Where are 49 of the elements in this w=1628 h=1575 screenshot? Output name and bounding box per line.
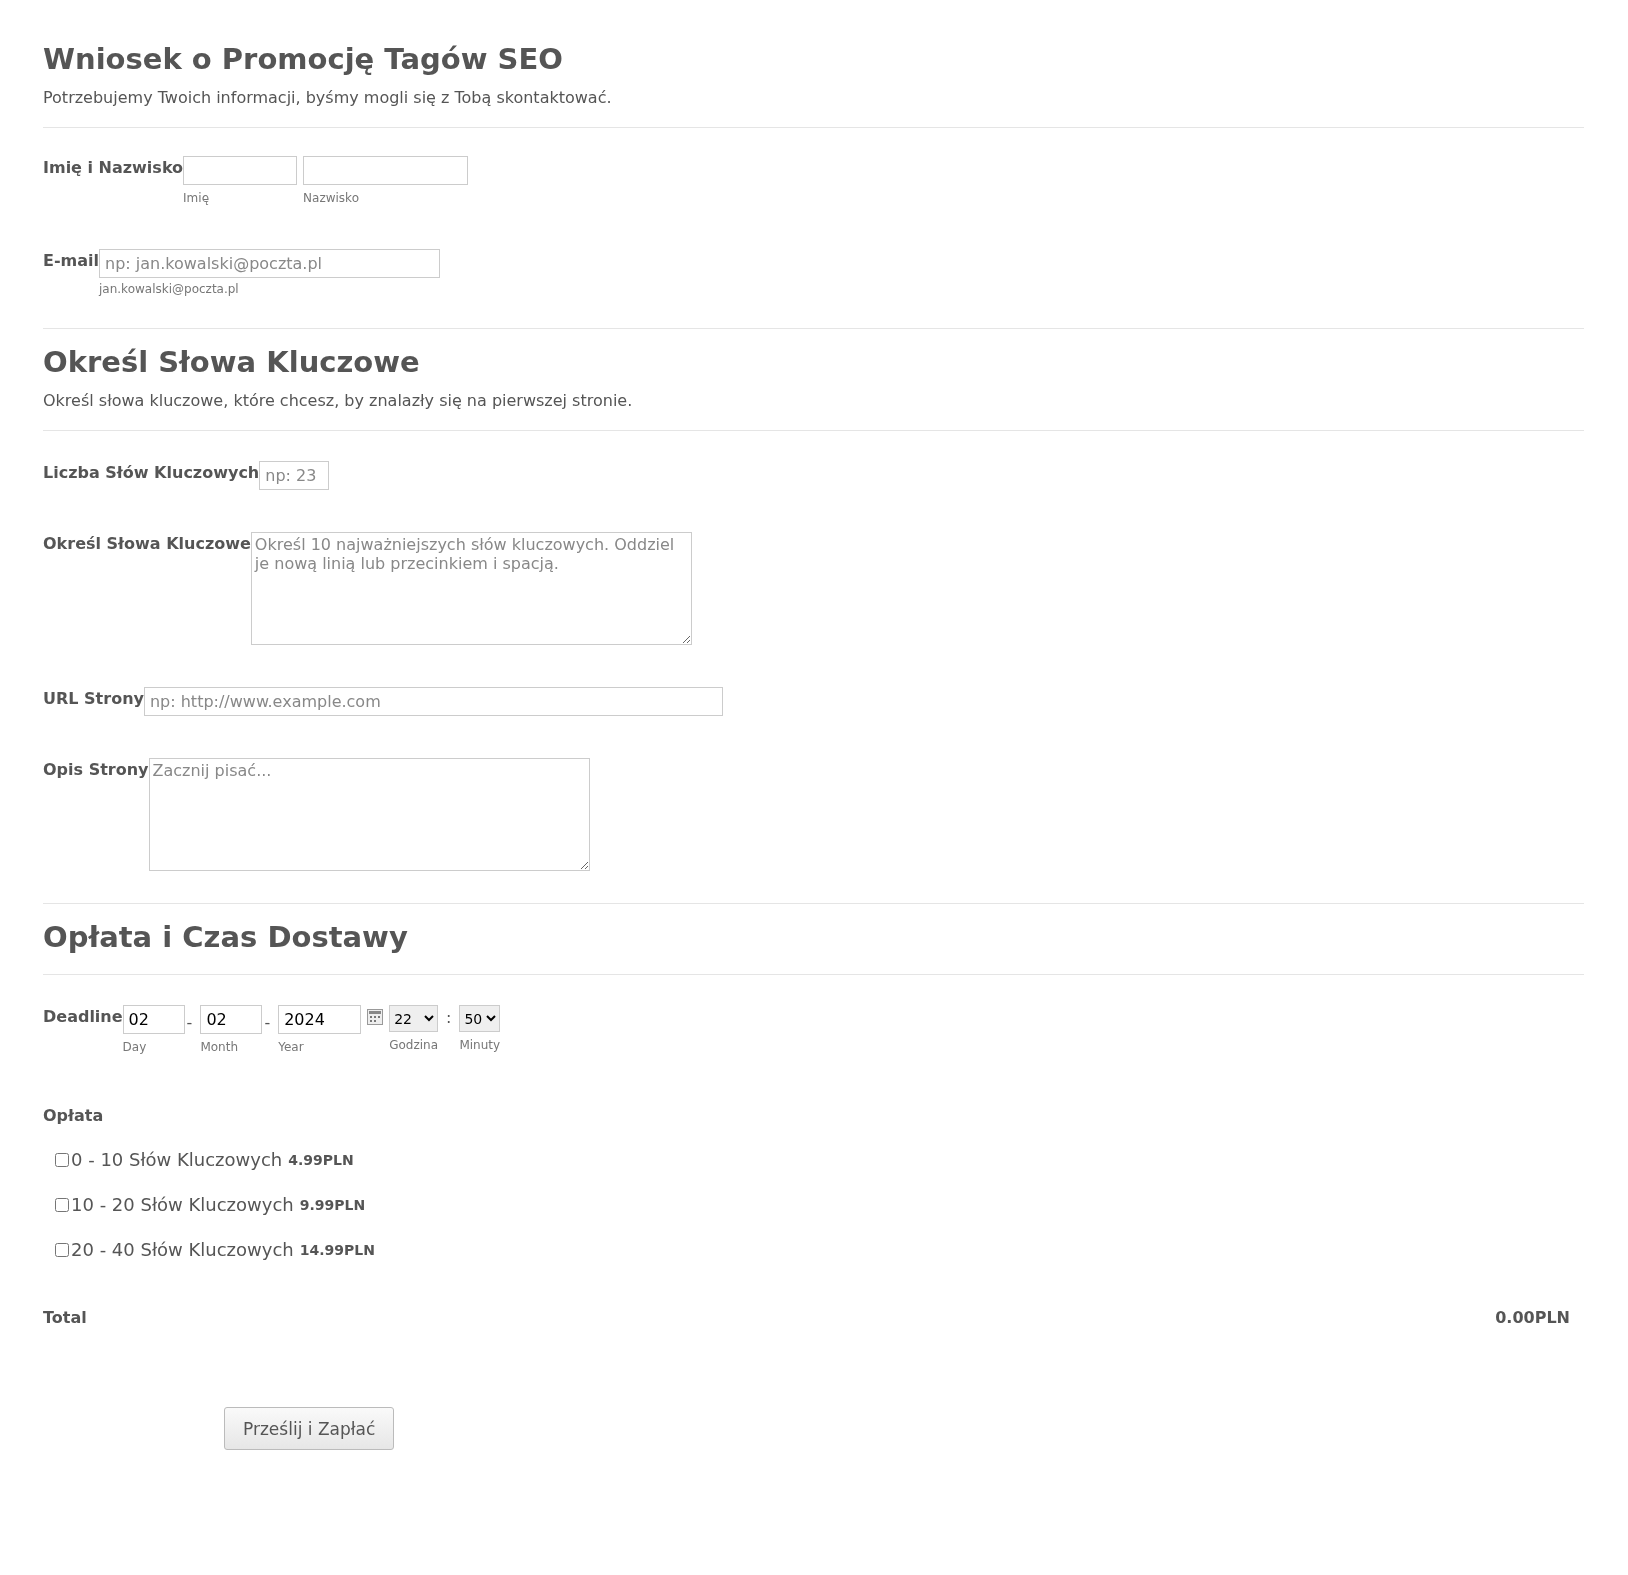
- month-field[interactable]: 02: [200, 1005, 263, 1034]
- field-sublabel: Month: [200, 1040, 239, 1054]
- field-label: Liczba Słów Kluczowych: [43, 462, 260, 482]
- date-separator: -: [186, 1013, 193, 1032]
- field-sublabel: Minuty: [459, 1038, 501, 1052]
- time-separator: :: [446, 1008, 452, 1027]
- number-field[interactable]: np: 23: [259, 461, 330, 490]
- submit-button[interactable]: Prześlij i Zapłać: [224, 1407, 395, 1450]
- option-price: 4.99PLN: [288, 1151, 354, 1168]
- hour-select[interactable]: 22: [389, 1005, 438, 1032]
- option-price: 9.99PLN: [299, 1196, 366, 1213]
- section-description: Określ słowa kluczowe, które chcesz, by znalazły się na pierwszej stronie.: [43, 391, 634, 410]
- checkbox[interactable]: [55, 1152, 69, 1167]
- field-label: Opłata: [43, 1105, 105, 1125]
- last-name-field[interactable]: [303, 156, 469, 185]
- field-sublabel: Day: [122, 1040, 148, 1054]
- email-field[interactable]: np: jan.kowalski@poczta.pl: [99, 249, 440, 278]
- year-field[interactable]: 2024: [278, 1005, 362, 1034]
- option-label: 10 - 20 Słów Kluczowych: [71, 1194, 294, 1215]
- text-area[interactable]: Zacznij pisać...: [148, 758, 590, 871]
- field-label: Imię i Nazwisko: [43, 157, 184, 177]
- date-separator: -: [264, 1013, 271, 1032]
- checkbox[interactable]: [55, 1242, 69, 1257]
- first-name-field[interactable]: [183, 156, 298, 185]
- total-value: 0.00PLN: [1495, 1307, 1570, 1327]
- section-title: Wniosek o Promocję Tagów SEO: [43, 42, 564, 76]
- field-sublabel: Year: [278, 1040, 305, 1054]
- calendar-icon[interactable]: [367, 1009, 384, 1025]
- field-label: Określ Słowa Kluczowe: [43, 533, 251, 553]
- option-price: 14.99PLN: [299, 1241, 375, 1258]
- url-field[interactable]: np: http://www.example.com: [143, 687, 723, 716]
- field-sublabel: Godzina: [389, 1038, 438, 1052]
- section-title: Opłata i Czas Dostawy: [43, 920, 409, 954]
- field-label: E-mail: [43, 250, 99, 270]
- option-label: 20 - 40 Słów Kluczowych: [71, 1239, 294, 1260]
- text-area[interactable]: Określ 10 najważniejszych słów kluczowych. Oddziel je nową linią lub przecinkiem i spacją.: [250, 532, 692, 645]
- option-label: 0 - 10 Słów Kluczowych: [71, 1149, 283, 1170]
- field-label: Total: [43, 1307, 87, 1327]
- field-sublabel: Nazwisko: [303, 191, 360, 205]
- minute-select[interactable]: 50: [459, 1005, 501, 1032]
- checkbox[interactable]: [55, 1197, 69, 1212]
- field-label: URL Strony: [43, 688, 144, 708]
- field-label: Deadline: [43, 1006, 123, 1026]
- section-description: Potrzebujemy Twoich informacji, byśmy mogli się z Tobą skontaktować.: [43, 88, 613, 107]
- section-title: Określ Słowa Kluczowe: [43, 345, 421, 379]
- field-label: Opis Strony: [43, 759, 149, 779]
- field-sublabel: jan.kowalski@poczta.pl: [99, 282, 240, 296]
- field-sublabel: Imię: [183, 191, 211, 205]
- day-field[interactable]: 02: [122, 1005, 185, 1034]
